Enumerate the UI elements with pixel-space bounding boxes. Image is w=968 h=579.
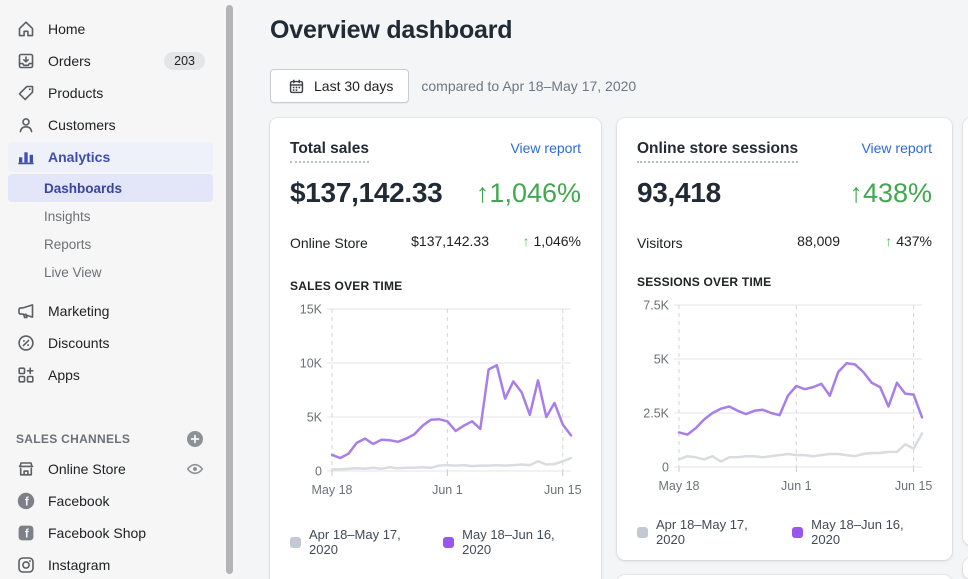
legend-label-current: May 18–Jun 16, 2020 bbox=[811, 517, 932, 547]
sidebar-item-products[interactable]: Products bbox=[8, 78, 213, 108]
svg-text:2.5K: 2.5K bbox=[643, 407, 669, 421]
person-icon bbox=[16, 115, 36, 135]
sales-breakdown-row: Online Store $137,142.33 ↑ 1,046% bbox=[290, 233, 581, 253]
sidebar-item-reports[interactable]: Reports bbox=[8, 230, 213, 258]
tag-icon bbox=[16, 83, 36, 103]
sessions-over-time-chart: 0 2.5K 5K 7.5K May 18 Jun 1 Jun 15 bbox=[637, 297, 932, 497]
divider bbox=[8, 286, 213, 296]
sidebar-item-facebook-shop[interactable]: f Facebook Shop bbox=[8, 518, 213, 548]
orders-icon bbox=[16, 51, 36, 71]
legend-swatch-previous bbox=[637, 527, 648, 538]
sales-channels-header: SALES CHANNELS bbox=[8, 424, 213, 454]
sidebar-item-online-store[interactable]: Online Store bbox=[8, 454, 213, 484]
home-icon bbox=[16, 19, 36, 39]
sidebar-item-discounts[interactable]: Discounts bbox=[8, 328, 213, 358]
up-arrow-icon: ↑ bbox=[885, 233, 892, 249]
page-title: Overview dashboard bbox=[270, 16, 512, 45]
sidebar-item-orders[interactable]: Orders 203 bbox=[8, 46, 213, 76]
facebook-icon: f bbox=[16, 491, 36, 511]
sidebar-nav: Home Orders 203 Products Customers bbox=[0, 0, 236, 579]
sidebar-item-apps[interactable]: Apps bbox=[8, 360, 213, 390]
breakdown-change: ↑ 1,046% bbox=[489, 233, 581, 249]
sidebar-item-analytics[interactable]: Analytics bbox=[8, 142, 213, 172]
main-content: Overview dashboard Last 30 days compared… bbox=[236, 0, 968, 579]
svg-text:5K: 5K bbox=[307, 411, 323, 425]
online-store-sessions-card: Online store sessions View report 93,418… bbox=[617, 118, 952, 560]
svg-text:7.5K: 7.5K bbox=[643, 299, 669, 313]
svg-text:0: 0 bbox=[315, 465, 322, 479]
legend-label-previous: Apr 18–May 17, 2020 bbox=[656, 517, 776, 547]
up-arrow-icon: ↑ bbox=[523, 233, 530, 249]
svg-text:0: 0 bbox=[662, 461, 669, 475]
sidebar-item-insights[interactable]: Insights bbox=[8, 202, 213, 230]
next-card-partial bbox=[617, 575, 952, 579]
storefront-icon bbox=[16, 459, 36, 479]
card-title-sessions[interactable]: Online store sessions bbox=[637, 140, 798, 163]
legend-swatch-previous bbox=[290, 537, 301, 548]
right-card-partial bbox=[963, 118, 968, 545]
right-card-partial-2 bbox=[963, 558, 968, 579]
svg-text:f: f bbox=[25, 497, 29, 509]
total-sales-change: ↑1,046% bbox=[476, 178, 581, 209]
sidebar-item-home[interactable]: Home bbox=[8, 14, 213, 44]
total-sales-value: $137,142.33 bbox=[290, 177, 442, 209]
instagram-icon bbox=[16, 555, 36, 575]
svg-text:May 18: May 18 bbox=[659, 479, 700, 493]
megaphone-icon bbox=[16, 301, 36, 321]
date-range-label: Last 30 days bbox=[314, 78, 393, 94]
visitors-row: Visitors 88,009 ↑ 437% bbox=[637, 233, 932, 253]
calendar-icon bbox=[286, 76, 306, 96]
svg-text:Jun 1: Jun 1 bbox=[781, 479, 812, 493]
breakdown-label: Online Store bbox=[290, 233, 374, 253]
bar-chart-icon bbox=[16, 147, 36, 167]
legend-swatch-current bbox=[792, 527, 803, 538]
sessions-chart-heading: SESSIONS OVER TIME bbox=[637, 275, 932, 289]
compare-period-text: compared to Apr 18–May 17, 2020 bbox=[421, 78, 636, 94]
discount-icon bbox=[16, 333, 36, 353]
visitors-change: ↑ 437% bbox=[840, 233, 932, 249]
orders-count-badge: 203 bbox=[164, 52, 205, 70]
shopify-admin: Home Orders 203 Products Customers bbox=[0, 0, 968, 579]
apps-grid-icon bbox=[16, 365, 36, 385]
total-sales-card: Total sales View report $137,142.33 ↑1,0… bbox=[270, 118, 601, 579]
sidebar-item-instagram[interactable]: Instagram bbox=[8, 550, 213, 579]
svg-text:10K: 10K bbox=[300, 357, 323, 371]
view-report-link-sessions[interactable]: View report bbox=[861, 140, 932, 156]
legend-swatch-current bbox=[443, 537, 454, 548]
sidebar-scrollbar[interactable] bbox=[226, 5, 233, 574]
sessions-value: 93,418 bbox=[637, 177, 721, 209]
card-title-total-sales[interactable]: Total sales bbox=[290, 140, 369, 163]
visitors-value: 88,009 bbox=[721, 233, 840, 249]
sidebar-item-live-view[interactable]: Live View bbox=[8, 258, 213, 286]
sidebar-item-facebook[interactable]: f Facebook bbox=[8, 486, 213, 516]
sessions-chart-legend: Apr 18–May 17, 2020 May 18–Jun 16, 2020 bbox=[637, 517, 932, 547]
svg-text:15K: 15K bbox=[300, 303, 323, 317]
visitors-label: Visitors bbox=[637, 233, 721, 253]
sales-chart-legend: Apr 18–May 17, 2020 May 18–Jun 16, 2020 bbox=[290, 527, 581, 557]
svg-text:Jun 1: Jun 1 bbox=[432, 483, 463, 497]
breakdown-value: $137,142.33 bbox=[374, 233, 489, 249]
add-channel-button[interactable] bbox=[185, 429, 205, 449]
sales-over-time-chart: 0 5K 10K 15K May 18 Jun 1 Jun 15 bbox=[290, 301, 581, 501]
sidebar-item-marketing[interactable]: Marketing bbox=[8, 296, 213, 326]
eye-icon[interactable] bbox=[185, 459, 205, 479]
sessions-change: ↑438% bbox=[849, 178, 932, 209]
sidebar-item-dashboards[interactable]: Dashboards bbox=[8, 174, 213, 202]
legend-label-current: May 18–Jun 16, 2020 bbox=[462, 527, 581, 557]
date-controls: Last 30 days compared to Apr 18–May 17, … bbox=[270, 69, 636, 103]
date-range-button[interactable]: Last 30 days bbox=[270, 69, 409, 103]
svg-text:Jun 15: Jun 15 bbox=[895, 479, 932, 493]
svg-text:May 18: May 18 bbox=[312, 483, 353, 497]
legend-label-previous: Apr 18–May 17, 2020 bbox=[309, 527, 427, 557]
facebook-shop-icon: f bbox=[16, 523, 36, 543]
svg-text:f: f bbox=[25, 528, 29, 540]
sales-chart-heading: SALES OVER TIME bbox=[290, 279, 581, 293]
svg-text:5K: 5K bbox=[654, 353, 670, 367]
svg-text:Jun 15: Jun 15 bbox=[544, 483, 581, 497]
sidebar-item-customers[interactable]: Customers bbox=[8, 110, 213, 140]
view-report-link-sales[interactable]: View report bbox=[510, 140, 581, 156]
